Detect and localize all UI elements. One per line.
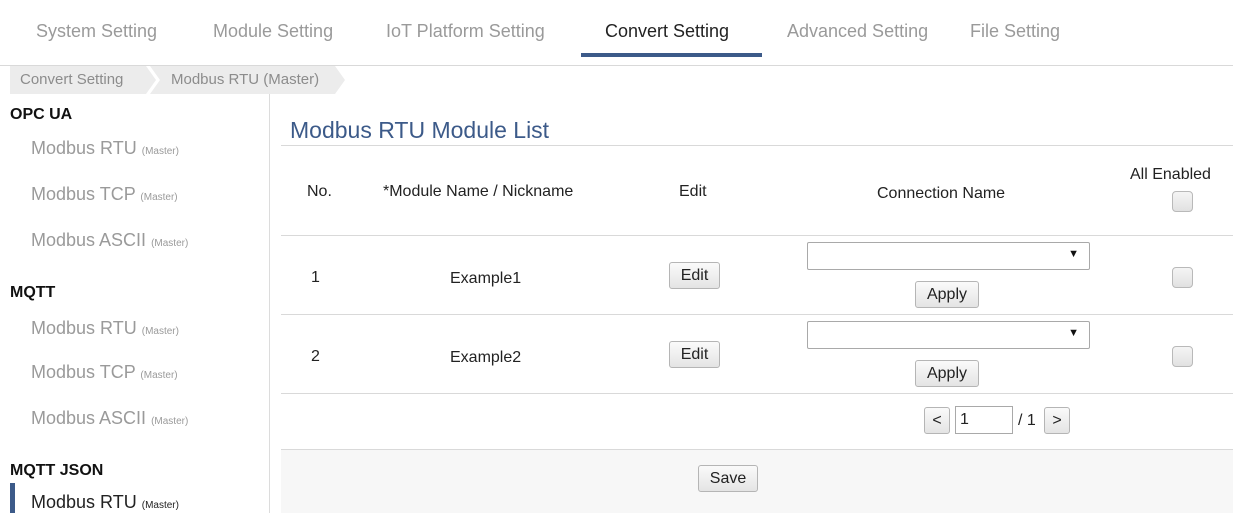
apply-button[interactable]: Apply xyxy=(915,281,979,308)
sidebar-item-label: Modbus TCP xyxy=(31,184,136,204)
sidebar-item-suffix: (Master) xyxy=(140,192,178,203)
connection-name-select[interactable]: ▼ xyxy=(807,242,1090,270)
sidebar-item-opcua-modbus-ascii[interactable]: Modbus ASCII (Master) xyxy=(31,230,188,251)
module-name: Example1 xyxy=(450,270,522,287)
tab-advanced-setting[interactable]: Advanced Setting xyxy=(787,0,928,57)
connection-name-select[interactable]: ▼ xyxy=(807,321,1090,349)
apply-button[interactable]: Apply xyxy=(915,360,979,387)
breadcrumb-modbus-rtu-master[interactable]: Modbus RTU (Master) xyxy=(150,66,345,94)
tab-iot-platform-setting[interactable]: IoT Platform Setting xyxy=(386,0,545,57)
pagination: < 1 / 1 > xyxy=(281,394,1233,450)
all-enabled-checkbox[interactable] xyxy=(1172,191,1193,212)
sidebar-item-mqttjson-modbus-rtu[interactable]: Modbus RTU (Master) xyxy=(31,492,179,513)
column-header-all-enabled: All Enabled xyxy=(1130,166,1211,183)
breadcrumb: Convert Setting Modbus RTU (Master) xyxy=(10,66,345,94)
page-number-input[interactable]: 1 xyxy=(955,406,1013,434)
sidebar-section-mqtt-json: MQTT JSON xyxy=(10,462,104,479)
active-tab-underline xyxy=(581,53,762,57)
save-bar: Save xyxy=(281,450,1233,513)
sidebar-item-suffix: (Master) xyxy=(141,146,179,157)
edit-button[interactable]: Edit xyxy=(669,341,720,368)
edit-button[interactable]: Edit xyxy=(669,262,720,289)
sidebar-item-suffix: (Master) xyxy=(151,416,189,427)
sidebar-section-mqtt: MQTT xyxy=(10,284,56,301)
sidebar-item-label: Modbus RTU xyxy=(31,492,137,512)
sidebar-item-mqtt-modbus-ascii[interactable]: Modbus ASCII (Master) xyxy=(31,408,188,429)
sidebar-item-suffix: (Master) xyxy=(141,326,179,337)
dropdown-arrow-icon: ▼ xyxy=(1068,248,1079,260)
sidebar-active-marker xyxy=(10,483,15,513)
table-row: 1 Example1 Edit ▼ Apply xyxy=(281,236,1233,315)
table-header: No. *Module Name / Nickname Edit Connect… xyxy=(281,145,1233,236)
tab-system-setting[interactable]: System Setting xyxy=(36,0,157,57)
column-header-no: No. xyxy=(307,183,332,200)
sidebar-item-label: Modbus ASCII xyxy=(31,230,147,250)
sidebar-item-suffix: (Master) xyxy=(151,238,189,249)
sidebar-item-mqtt-modbus-rtu[interactable]: Modbus RTU (Master) xyxy=(31,318,179,339)
dropdown-arrow-icon: ▼ xyxy=(1068,327,1079,339)
sidebar: OPC UA Modbus RTU (Master) Modbus TCP (M… xyxy=(0,94,270,513)
module-name: Example2 xyxy=(450,349,522,366)
column-header-edit: Edit xyxy=(679,183,707,200)
module-table: No. *Module Name / Nickname Edit Connect… xyxy=(281,145,1233,513)
sidebar-item-opcua-modbus-rtu[interactable]: Modbus RTU (Master) xyxy=(31,138,179,159)
next-page-button[interactable]: > xyxy=(1044,407,1070,434)
tab-module-setting[interactable]: Module Setting xyxy=(213,0,333,57)
row-number: 2 xyxy=(311,348,320,365)
table-row: 2 Example2 Edit ▼ Apply xyxy=(281,315,1233,394)
row-number: 1 xyxy=(311,269,320,286)
sidebar-item-label: Modbus RTU xyxy=(31,318,137,338)
breadcrumb-convert-setting[interactable]: Convert Setting xyxy=(10,66,156,94)
sidebar-item-mqtt-modbus-tcp[interactable]: Modbus TCP (Master) xyxy=(31,362,178,383)
page-total: / 1 xyxy=(1018,412,1036,429)
column-header-connection-name: Connection Name xyxy=(877,185,1006,202)
prev-page-button[interactable]: < xyxy=(924,407,950,434)
save-button[interactable]: Save xyxy=(698,465,758,492)
tab-file-setting[interactable]: File Setting xyxy=(970,0,1060,57)
enabled-checkbox[interactable] xyxy=(1172,267,1193,288)
sidebar-item-opcua-modbus-tcp[interactable]: Modbus TCP (Master) xyxy=(31,184,178,205)
sidebar-item-label: Modbus TCP xyxy=(31,362,136,382)
sidebar-item-suffix: (Master) xyxy=(140,370,178,381)
tab-convert-setting[interactable]: Convert Setting xyxy=(581,0,762,57)
sidebar-item-suffix: (Master) xyxy=(141,500,179,511)
enabled-checkbox[interactable] xyxy=(1172,346,1193,367)
column-header-module-name: *Module Name / Nickname xyxy=(383,183,574,200)
top-navigation: System Setting Module Setting IoT Platfo… xyxy=(0,0,1233,66)
sidebar-item-label: Modbus ASCII xyxy=(31,408,147,428)
page-title: Modbus RTU Module List xyxy=(290,117,550,143)
sidebar-section-opc-ua: OPC UA xyxy=(10,106,73,123)
tab-convert-setting-label: Convert Setting xyxy=(605,21,730,41)
sidebar-item-label: Modbus RTU xyxy=(31,138,137,158)
